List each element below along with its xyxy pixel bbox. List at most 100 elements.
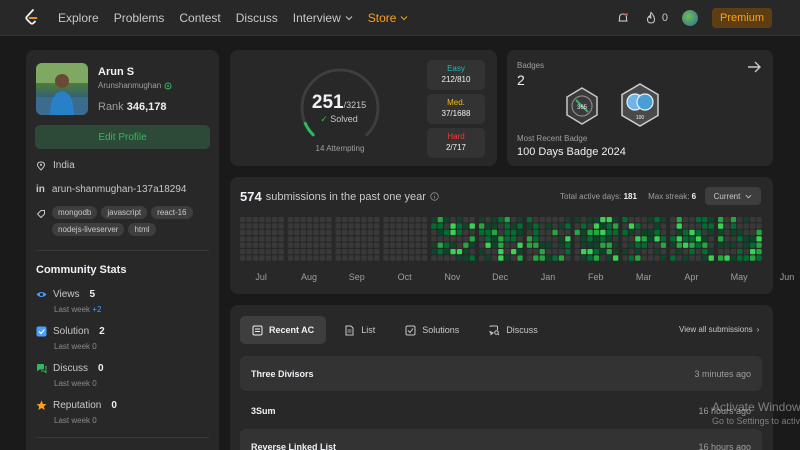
submission-row[interactable]: Three Divisors 3 minutes ago <box>240 356 762 391</box>
difficulty-hard[interactable]: Hard 2/717 <box>427 128 485 158</box>
heatmap-cell <box>265 229 271 236</box>
difficulty-medium[interactable]: Med. 37/1688 <box>427 94 485 124</box>
windows-activation-watermark: Activate Windows <box>712 400 800 414</box>
heatmap-cell <box>574 217 580 223</box>
heatmap-cell <box>389 229 396 236</box>
difficulty-value: 2/717 <box>445 143 467 152</box>
skill-tag[interactable]: javascript <box>101 206 148 219</box>
heatmap-cell <box>450 236 456 242</box>
submissions-meta: Total active days: 181 Max streak: 6 <box>560 192 696 201</box>
linkedin-row[interactable]: in arun-shanmughan-137a18294 <box>36 184 186 195</box>
heatmap-cell <box>565 217 571 223</box>
heatmap-cell <box>676 217 682 223</box>
premium-button[interactable]: Premium <box>711 8 772 28</box>
heatmap-cell <box>648 236 654 242</box>
stat-views-delta: +2 <box>92 305 102 314</box>
heatmap-cell <box>444 217 450 223</box>
heatmap-month-label: Jun <box>779 272 795 282</box>
heatmap-cell <box>622 229 628 236</box>
heatmap-cell <box>265 236 271 242</box>
skill-tag[interactable]: html <box>128 223 156 236</box>
heatmap-cell <box>511 236 517 242</box>
max-streak-label: Max streak: <box>648 192 690 201</box>
arrow-right-icon[interactable] <box>746 59 762 75</box>
solved-total: /3215 <box>343 100 367 110</box>
profile-avatar <box>36 63 88 115</box>
heatmap-cell <box>606 217 612 223</box>
heatmap-cell <box>367 249 373 255</box>
heatmap-cell <box>240 229 246 236</box>
heatmap-cell <box>259 249 265 255</box>
heatmap-cell <box>272 255 278 261</box>
heatmap-month-label: Aug <box>300 272 318 282</box>
heatmap-cell <box>702 229 708 236</box>
heatmap-cell <box>240 236 246 242</box>
heatmap-cell <box>469 242 475 248</box>
difficulty-easy[interactable]: Easy 212/810 <box>427 60 485 90</box>
view-all-label: View all submissions <box>679 325 753 334</box>
profile-rank: Rank 346,178 <box>98 101 167 113</box>
badge-100-days-icon[interactable]: 100 <box>617 82 663 128</box>
info-icon[interactable] <box>430 192 439 201</box>
recent-activity-card: Recent AC List Solutions Discuss View al… <box>230 305 773 450</box>
heatmap-cell <box>756 236 762 242</box>
nav-problems[interactable]: Problems <box>114 11 165 25</box>
tab-solutions[interactable]: Solutions <box>393 316 471 344</box>
tab-discuss[interactable]: Discuss <box>477 316 550 344</box>
skill-tag[interactable]: nodejs-liveserver <box>52 223 125 236</box>
heatmap-cell <box>240 217 246 223</box>
edit-profile-button[interactable]: Edit Profile <box>35 125 210 149</box>
submission-row[interactable]: Reverse Linked List 16 hours ago <box>240 429 762 450</box>
nav-discuss[interactable]: Discuss <box>236 11 278 25</box>
heatmap-cell <box>402 217 408 223</box>
nav-store[interactable]: Store <box>368 11 409 25</box>
heatmap-cell <box>689 249 695 255</box>
submission-row[interactable]: 3Sum 16 hours ago <box>240 393 762 428</box>
solved-label-text: Solved <box>330 114 358 124</box>
leetcode-logo-icon[interactable] <box>24 9 38 27</box>
nav-contest[interactable]: Contest <box>179 11 220 25</box>
heatmap-cell <box>504 236 510 242</box>
bell-icon[interactable] <box>616 11 630 25</box>
heatmap-cell <box>335 249 341 255</box>
heatmap-cell <box>361 229 367 236</box>
streak-counter[interactable]: 0 <box>644 11 668 25</box>
divider <box>36 437 209 438</box>
year-select-dropdown[interactable]: Current <box>705 187 761 205</box>
heatmap-cell <box>539 229 545 236</box>
user-avatar-small[interactable] <box>681 10 698 26</box>
heatmap-cell <box>654 217 660 223</box>
view-all-submissions-link[interactable]: View all submissions › <box>679 325 759 334</box>
heatmap-cell <box>587 249 593 255</box>
badge-365-icon[interactable]: 365 <box>562 86 602 126</box>
location-text: India <box>53 160 75 171</box>
tab-list[interactable]: List <box>332 316 387 344</box>
heatmap-cell <box>307 217 313 223</box>
heatmap-cell <box>737 249 743 255</box>
tab-recent-ac[interactable]: Recent AC <box>240 316 327 344</box>
heatmap-cell <box>702 217 708 223</box>
heatmap-cell <box>246 217 252 223</box>
heatmap-cell <box>546 223 552 229</box>
difficulty-label: Easy <box>447 64 465 73</box>
chevron-right-icon: › <box>756 325 760 334</box>
heatmap-cell <box>654 242 660 248</box>
heatmap-cell <box>383 229 389 236</box>
difficulty-value: 212/810 <box>441 75 471 84</box>
linkedin-text[interactable]: arun-shanmughan-137a18294 <box>52 184 187 195</box>
skill-tag[interactable]: mongodb <box>52 206 98 219</box>
heatmap-cell <box>628 255 635 261</box>
heatmap-cell <box>683 217 689 223</box>
rank-value: 346,178 <box>126 101 167 113</box>
nav-explore[interactable]: Explore <box>58 11 99 25</box>
stat-views: Views 5 Last week +2 <box>36 289 101 314</box>
heatmap-month-label: Apr <box>684 272 699 282</box>
heatmap-cell <box>593 236 600 242</box>
heatmap-cell <box>676 249 682 255</box>
heatmap-cell <box>695 223 702 229</box>
recent-badge-label: Most Recent Badge <box>517 134 588 143</box>
heatmap-cell <box>415 229 421 236</box>
skill-tag[interactable]: react-16 <box>151 206 193 219</box>
heatmap-cell <box>648 229 654 236</box>
nav-interview[interactable]: Interview <box>293 11 353 25</box>
